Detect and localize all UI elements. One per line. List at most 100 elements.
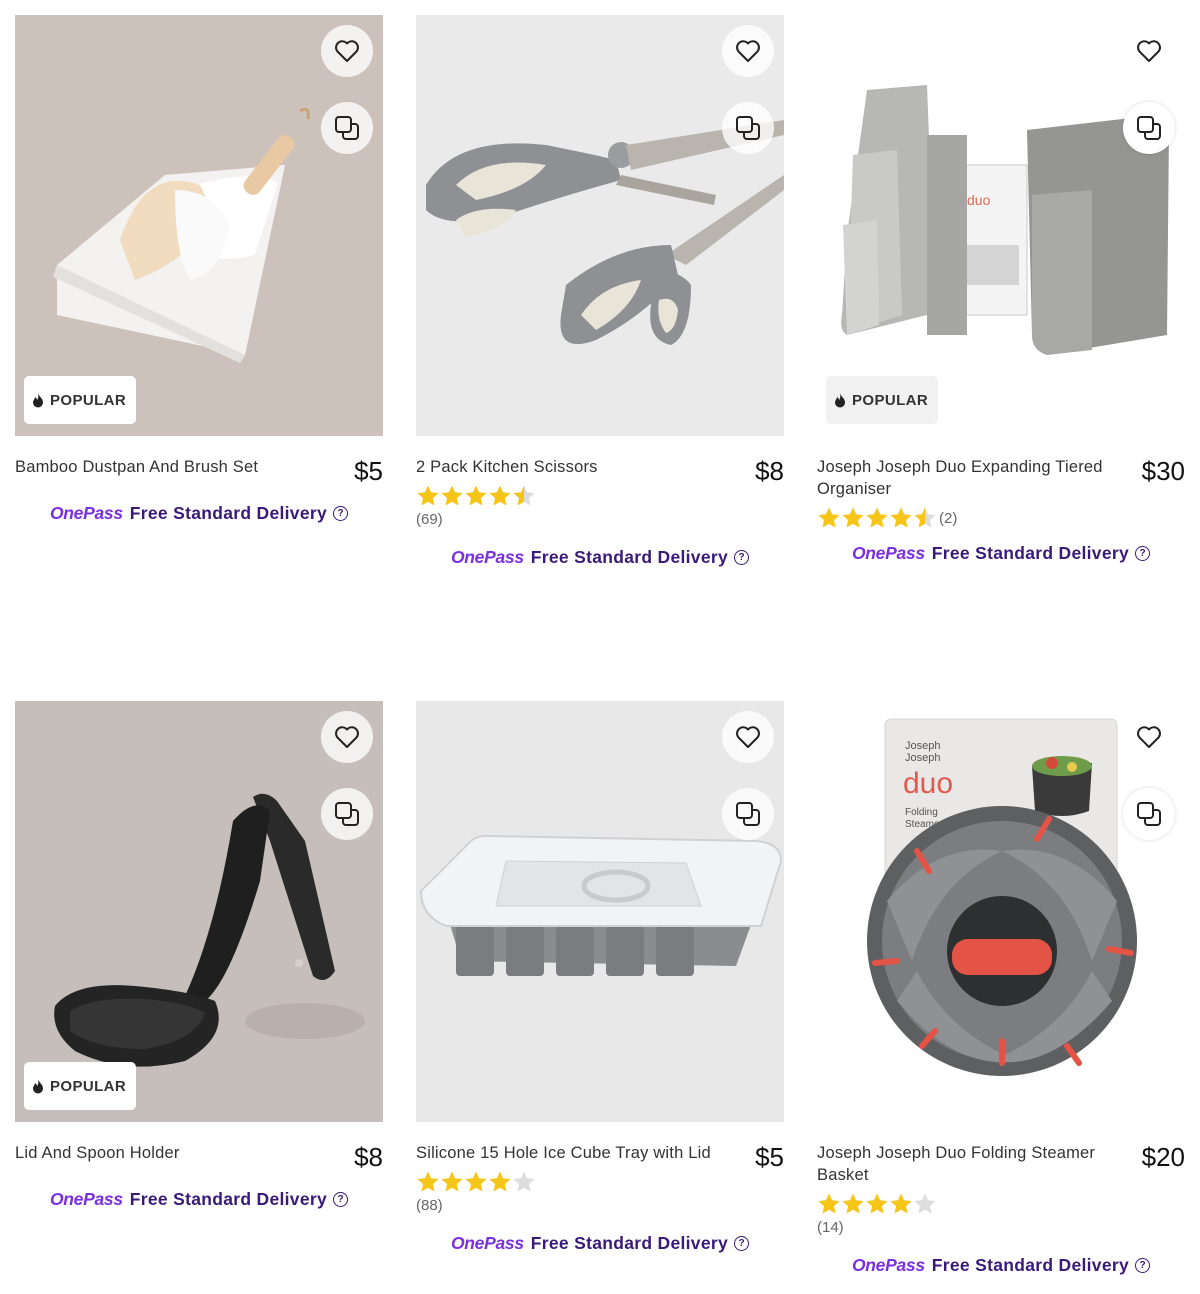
help-icon[interactable]: ? bbox=[333, 1192, 349, 1207]
rating bbox=[817, 1190, 1185, 1218]
product-image[interactable] bbox=[416, 701, 784, 1122]
delivery-text: Free Standard Delivery bbox=[530, 1233, 729, 1253]
popular-badge: POPULAR bbox=[826, 376, 939, 424]
favourite-button[interactable] bbox=[321, 711, 373, 763]
product-price: $30 bbox=[1141, 456, 1185, 486]
product-grid: POPULAR Bamboo Dustpan And Brush Set $5 … bbox=[0, 0, 1200, 1294]
rating: (2) bbox=[817, 504, 1185, 532]
onepass-delivery: OnePass Free Standard Delivery ? bbox=[817, 1255, 1185, 1276]
product-title[interactable]: 2 Pack Kitchen Scissors bbox=[416, 456, 706, 478]
product-title[interactable]: Lid And Spoon Holder bbox=[15, 1142, 305, 1164]
onepass-logo: OnePass bbox=[49, 1189, 123, 1209]
product-title[interactable]: Bamboo Dustpan And Brush Set bbox=[15, 456, 305, 478]
compare-icon bbox=[1137, 116, 1161, 140]
product-info: Joseph Joseph Duo Folding Steamer Basket… bbox=[817, 1142, 1185, 1276]
compare-button[interactable] bbox=[321, 102, 373, 154]
rating-stars bbox=[416, 484, 536, 508]
star-icon bbox=[489, 485, 511, 506]
product-price: $8 bbox=[755, 456, 784, 486]
star-icon bbox=[513, 485, 535, 506]
review-count[interactable]: (69) bbox=[416, 510, 784, 530]
favourite-button[interactable] bbox=[1123, 25, 1175, 77]
organiser-image: duo bbox=[817, 15, 1185, 436]
help-icon[interactable]: ? bbox=[1135, 1258, 1151, 1273]
product-price: $5 bbox=[354, 456, 383, 486]
product-title[interactable]: Joseph Joseph Duo Folding Steamer Basket bbox=[817, 1142, 1122, 1186]
packaging-brand: Joseph bbox=[905, 752, 940, 764]
help-icon[interactable]: ? bbox=[734, 550, 750, 565]
product-image[interactable] bbox=[416, 15, 784, 436]
rating bbox=[416, 482, 784, 510]
delivery-text: Free Standard Delivery bbox=[931, 1255, 1130, 1275]
product-image[interactable]: POPULAR bbox=[15, 15, 383, 436]
star-icon bbox=[866, 1193, 888, 1214]
product-card[interactable]: 2 Pack Kitchen Scissors $8 (69) OnePass … bbox=[416, 15, 784, 568]
product-card[interactable]: POPULAR Lid And Spoon Holder $8 OnePass … bbox=[15, 701, 383, 1210]
favourite-button[interactable] bbox=[1123, 711, 1175, 763]
flame-icon bbox=[835, 392, 845, 407]
compare-icon bbox=[335, 802, 359, 826]
badge-label: POPULAR bbox=[852, 391, 929, 409]
steamer-basket-image: Joseph Joseph duo Folding Steamer Basket bbox=[817, 701, 1185, 1122]
onepass-delivery: OnePass Free Standard Delivery ? bbox=[416, 547, 784, 568]
compare-button[interactable] bbox=[722, 788, 774, 840]
popular-badge: POPULAR bbox=[24, 376, 137, 424]
star-icon bbox=[842, 507, 864, 528]
heart-icon bbox=[335, 726, 359, 748]
star-icon bbox=[465, 485, 487, 506]
compare-button[interactable] bbox=[722, 102, 774, 154]
review-count[interactable]: (88) bbox=[416, 1196, 784, 1216]
product-price: $20 bbox=[1141, 1142, 1185, 1172]
star-icon bbox=[489, 1171, 511, 1192]
product-image[interactable]: POPULAR bbox=[15, 701, 383, 1122]
product-card[interactable]: duo POPULAR Joseph Joseph Duo Expanding … bbox=[817, 15, 1185, 564]
product-image[interactable]: duo POPULAR bbox=[817, 15, 1185, 436]
favourite-button[interactable] bbox=[722, 25, 774, 77]
onepass-logo: OnePass bbox=[851, 1255, 925, 1275]
product-info: Bamboo Dustpan And Brush Set $5 OnePass … bbox=[15, 456, 383, 524]
product-info: Silicone 15 Hole Ice Cube Tray with Lid … bbox=[416, 1142, 784, 1254]
ice-cube-tray-image bbox=[416, 701, 784, 1122]
star-icon bbox=[441, 485, 463, 506]
packaging-logo: duo bbox=[967, 192, 991, 208]
badge-label: POPULAR bbox=[50, 1077, 127, 1095]
star-icon bbox=[513, 1171, 535, 1192]
product-info: Joseph Joseph Duo Expanding Tiered Organ… bbox=[817, 456, 1185, 564]
onepass-delivery: OnePass Free Standard Delivery ? bbox=[15, 503, 383, 524]
star-icon bbox=[441, 1171, 463, 1192]
delivery-text: Free Standard Delivery bbox=[129, 1189, 328, 1209]
onepass-logo: OnePass bbox=[450, 1233, 524, 1253]
product-image[interactable]: Joseph Joseph duo Folding Steamer Basket bbox=[817, 701, 1185, 1122]
favourite-button[interactable] bbox=[321, 25, 373, 77]
star-icon bbox=[866, 507, 888, 528]
product-card[interactable]: Silicone 15 Hole Ice Cube Tray with Lid … bbox=[416, 701, 784, 1254]
favourite-button[interactable] bbox=[722, 711, 774, 763]
compare-button[interactable] bbox=[1123, 102, 1175, 154]
rating-stars bbox=[416, 1170, 536, 1194]
delivery-text: Free Standard Delivery bbox=[129, 503, 328, 523]
review-count[interactable]: (14) bbox=[817, 1218, 1185, 1238]
heart-icon bbox=[335, 40, 359, 62]
delivery-text: Free Standard Delivery bbox=[530, 547, 729, 567]
product-title[interactable]: Silicone 15 Hole Ice Cube Tray with Lid bbox=[416, 1142, 736, 1164]
star-icon bbox=[818, 1193, 840, 1214]
compare-button[interactable] bbox=[321, 788, 373, 840]
compare-button[interactable] bbox=[1123, 788, 1175, 840]
onepass-logo: OnePass bbox=[450, 547, 524, 567]
help-icon[interactable]: ? bbox=[333, 506, 349, 521]
help-icon[interactable]: ? bbox=[1135, 546, 1151, 561]
review-count[interactable]: (2) bbox=[939, 510, 957, 527]
product-card[interactable]: POPULAR Bamboo Dustpan And Brush Set $5 … bbox=[15, 15, 383, 524]
lid-spoon-holder-image bbox=[15, 701, 383, 1122]
heart-icon bbox=[736, 40, 760, 62]
heart-icon bbox=[1137, 726, 1161, 748]
rating-stars bbox=[817, 506, 937, 530]
star-icon bbox=[417, 1171, 439, 1192]
help-icon[interactable]: ? bbox=[734, 1236, 750, 1251]
product-title[interactable]: Joseph Joseph Duo Expanding Tiered Organ… bbox=[817, 456, 1107, 500]
product-card[interactable]: Joseph Joseph duo Folding Steamer Basket bbox=[817, 701, 1185, 1276]
product-price: $8 bbox=[354, 1142, 383, 1172]
star-icon bbox=[842, 1193, 864, 1214]
heart-icon bbox=[1137, 40, 1161, 62]
heart-icon bbox=[736, 726, 760, 748]
